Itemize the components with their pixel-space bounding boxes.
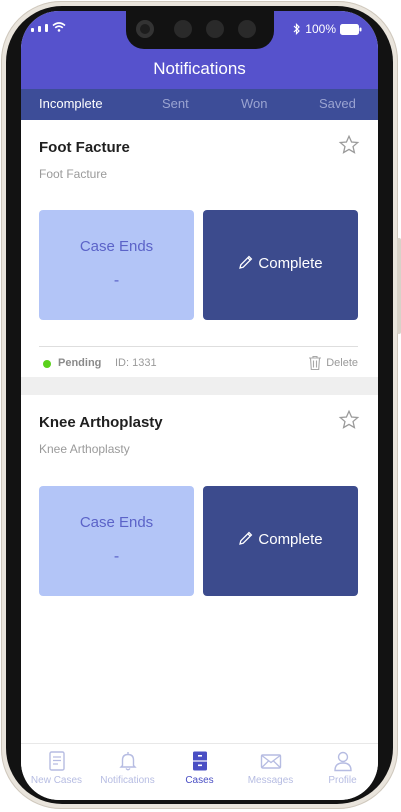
person-icon — [333, 751, 352, 772]
bottom-nav: New Cases Notifications Cases Messages P… — [21, 743, 378, 800]
side-button — [397, 238, 401, 334]
case-card: Knee Arthoplasty Knee Arthoplasty Case E… — [21, 395, 378, 695]
nav-label: Messages — [247, 775, 294, 786]
battery-icon — [340, 23, 362, 35]
case-ends-label: Case Ends — [79, 238, 154, 255]
status-dot — [43, 360, 51, 368]
app-header: 100% Notifications — [21, 11, 378, 89]
tab-incomplete[interactable]: Incomplete — [39, 96, 103, 111]
complete-content: Complete — [203, 530, 358, 548]
bluetooth-icon — [293, 23, 301, 35]
case-subtitle: Knee Arthoplasty — [39, 442, 130, 456]
camera-notch — [126, 11, 274, 49]
case-ends-label: Case Ends — [79, 514, 154, 531]
signal-bar — [38, 26, 41, 32]
nav-label: Profile — [328, 775, 357, 786]
nav-label: Notifications — [100, 775, 155, 786]
page-title: Notifications — [153, 59, 246, 78]
complete-label: Complete — [258, 531, 323, 548]
case-card: Foot Facture Foot Facture Case Ends - Co… — [21, 120, 378, 377]
star-icon[interactable] — [338, 134, 360, 156]
trash-icon — [309, 355, 322, 371]
status-right: 100% — [293, 22, 362, 36]
case-ends-value: - — [113, 548, 120, 565]
document-icon — [48, 751, 65, 771]
bell-icon — [118, 752, 137, 771]
nav-messages[interactable]: Messages — [235, 750, 306, 786]
complete-content: Complete — [203, 254, 358, 272]
nav-notifications[interactable]: Notifications — [92, 750, 163, 786]
wifi-icon — [52, 22, 66, 32]
tab-won[interactable]: Won — [241, 96, 268, 111]
tab-sent[interactable]: Sent — [162, 96, 189, 111]
envelope-icon — [260, 754, 281, 769]
camera-lens-icon — [136, 20, 154, 38]
sensor-dot — [174, 20, 192, 38]
nav-cases[interactable]: Cases — [164, 750, 235, 786]
phone-frame: 100% Notifications Incomplete Sent Won S… — [0, 0, 401, 812]
pencil-icon — [239, 531, 253, 545]
star-icon[interactable] — [338, 409, 360, 431]
case-subtitle: Foot Facture — [39, 167, 108, 181]
case-ends-value: - — [113, 272, 120, 289]
battery-percent: 100% — [305, 22, 336, 36]
signal-bar — [45, 24, 48, 32]
case-ends-tile: Case Ends - — [39, 210, 194, 320]
cabinet-icon — [192, 751, 207, 771]
card-separator — [21, 377, 378, 395]
nav-new-cases[interactable]: New Cases — [21, 750, 92, 786]
complete-button[interactable]: Complete — [203, 210, 358, 320]
case-id: ID: 1331 — [115, 357, 157, 369]
nav-profile[interactable]: Profile — [307, 750, 378, 786]
delete-button[interactable]: Delete — [308, 355, 358, 371]
app-screen: 100% Notifications Incomplete Sent Won S… — [21, 11, 378, 800]
nav-label: Cases — [185, 775, 214, 786]
case-title: Knee Arthoplasty — [39, 414, 163, 431]
sensor-dot — [206, 20, 224, 38]
complete-button[interactable]: Complete — [203, 486, 358, 596]
delete-label: Delete — [326, 357, 358, 369]
tab-saved[interactable]: Saved — [319, 96, 356, 111]
status-badge: Pending — [58, 357, 102, 369]
divider — [39, 346, 358, 347]
tab-bar: Incomplete Sent Won Saved — [21, 89, 378, 120]
case-footer: Pending ID: 1331 Delete — [39, 355, 358, 373]
signal-bar — [31, 28, 34, 32]
case-ends-tile: Case Ends - — [39, 486, 194, 596]
signal-wifi — [31, 22, 66, 32]
complete-label: Complete — [258, 255, 323, 272]
sensor-dot — [238, 20, 256, 38]
nav-label: New Cases — [30, 775, 83, 786]
case-title: Foot Facture — [39, 139, 130, 156]
pencil-icon — [239, 255, 253, 269]
